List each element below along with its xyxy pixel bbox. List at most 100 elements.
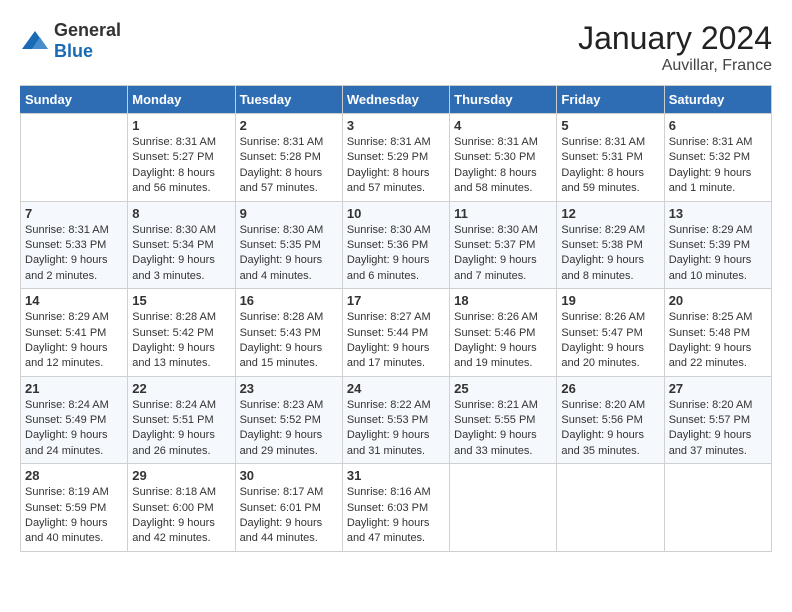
day-number: 15 xyxy=(132,293,230,308)
day-info: Sunrise: 8:17 AM Sunset: 6:01 PM Dayligh… xyxy=(240,485,338,547)
calendar-cell: 28 Sunrise: 8:19 AM Sunset: 5:59 PM Dayl… xyxy=(21,464,128,552)
sunrise-text: Sunrise: 8:31 AM xyxy=(669,136,753,148)
day-number: 24 xyxy=(347,381,445,396)
day-info: Sunrise: 8:19 AM Sunset: 5:59 PM Dayligh… xyxy=(25,485,123,547)
day-number: 1 xyxy=(132,118,230,133)
daylight-text: Daylight: 9 hours and 15 minutes. xyxy=(240,342,323,369)
daylight-text: Daylight: 9 hours and 26 minutes. xyxy=(132,429,215,456)
calendar-cell: 29 Sunrise: 8:18 AM Sunset: 6:00 PM Dayl… xyxy=(128,464,235,552)
sunrise-text: Sunrise: 8:28 AM xyxy=(240,311,324,323)
daylight-text: Daylight: 9 hours and 8 minutes. xyxy=(561,254,644,281)
daylight-text: Daylight: 9 hours and 40 minutes. xyxy=(25,517,108,544)
day-number: 19 xyxy=(561,293,659,308)
day-info: Sunrise: 8:26 AM Sunset: 5:47 PM Dayligh… xyxy=(561,310,659,372)
sunset-text: Sunset: 5:42 PM xyxy=(132,327,213,339)
sunset-text: Sunset: 5:34 PM xyxy=(132,239,213,251)
title-block: January 2024 Auvillar, France xyxy=(578,20,772,75)
sunset-text: Sunset: 5:27 PM xyxy=(132,151,213,163)
sunrise-text: Sunrise: 8:30 AM xyxy=(454,224,538,236)
calendar-cell: 31 Sunrise: 8:16 AM Sunset: 6:03 PM Dayl… xyxy=(342,464,449,552)
daylight-text: Daylight: 9 hours and 24 minutes. xyxy=(25,429,108,456)
weekday-header-sunday: Sunday xyxy=(21,86,128,114)
sunrise-text: Sunrise: 8:31 AM xyxy=(25,224,109,236)
calendar-cell: 4 Sunrise: 8:31 AM Sunset: 5:30 PM Dayli… xyxy=(450,114,557,202)
sunrise-text: Sunrise: 8:19 AM xyxy=(25,486,109,498)
weekday-header-thursday: Thursday xyxy=(450,86,557,114)
day-number: 7 xyxy=(25,206,123,221)
logo: General Blue xyxy=(20,20,121,62)
logo-icon xyxy=(20,29,50,53)
logo-blue: Blue xyxy=(54,41,93,61)
day-info: Sunrise: 8:16 AM Sunset: 6:03 PM Dayligh… xyxy=(347,485,445,547)
sunset-text: Sunset: 5:52 PM xyxy=(240,414,321,426)
daylight-text: Daylight: 9 hours and 20 minutes. xyxy=(561,342,644,369)
daylight-text: Daylight: 9 hours and 22 minutes. xyxy=(669,342,752,369)
day-info: Sunrise: 8:30 AM Sunset: 5:36 PM Dayligh… xyxy=(347,223,445,285)
sunrise-text: Sunrise: 8:31 AM xyxy=(132,136,216,148)
day-number: 23 xyxy=(240,381,338,396)
day-number: 18 xyxy=(454,293,552,308)
day-number: 14 xyxy=(25,293,123,308)
sunset-text: Sunset: 5:51 PM xyxy=(132,414,213,426)
calendar-week-4: 21 Sunrise: 8:24 AM Sunset: 5:49 PM Dayl… xyxy=(21,376,772,464)
day-info: Sunrise: 8:20 AM Sunset: 5:57 PM Dayligh… xyxy=(669,398,767,460)
day-info: Sunrise: 8:31 AM Sunset: 5:30 PM Dayligh… xyxy=(454,135,552,197)
day-number: 4 xyxy=(454,118,552,133)
sunrise-text: Sunrise: 8:16 AM xyxy=(347,486,431,498)
sunrise-text: Sunrise: 8:25 AM xyxy=(669,311,753,323)
calendar-cell: 6 Sunrise: 8:31 AM Sunset: 5:32 PM Dayli… xyxy=(664,114,771,202)
daylight-text: Daylight: 9 hours and 33 minutes. xyxy=(454,429,537,456)
daylight-text: Daylight: 9 hours and 3 minutes. xyxy=(132,254,215,281)
daylight-text: Daylight: 9 hours and 13 minutes. xyxy=(132,342,215,369)
sunrise-text: Sunrise: 8:27 AM xyxy=(347,311,431,323)
daylight-text: Daylight: 9 hours and 42 minutes. xyxy=(132,517,215,544)
calendar-cell: 24 Sunrise: 8:22 AM Sunset: 5:53 PM Dayl… xyxy=(342,376,449,464)
day-info: Sunrise: 8:31 AM Sunset: 5:29 PM Dayligh… xyxy=(347,135,445,197)
calendar-week-2: 7 Sunrise: 8:31 AM Sunset: 5:33 PM Dayli… xyxy=(21,201,772,289)
day-number: 16 xyxy=(240,293,338,308)
calendar-cell: 21 Sunrise: 8:24 AM Sunset: 5:49 PM Dayl… xyxy=(21,376,128,464)
calendar-cell: 2 Sunrise: 8:31 AM Sunset: 5:28 PM Dayli… xyxy=(235,114,342,202)
sunrise-text: Sunrise: 8:30 AM xyxy=(132,224,216,236)
day-number: 10 xyxy=(347,206,445,221)
day-number: 13 xyxy=(669,206,767,221)
daylight-text: Daylight: 9 hours and 44 minutes. xyxy=(240,517,323,544)
day-number: 31 xyxy=(347,468,445,483)
day-number: 21 xyxy=(25,381,123,396)
calendar-cell xyxy=(21,114,128,202)
logo-text: General Blue xyxy=(54,20,121,62)
sunset-text: Sunset: 5:55 PM xyxy=(454,414,535,426)
page-header: General Blue January 2024 Auvillar, Fran… xyxy=(20,20,772,75)
day-number: 20 xyxy=(669,293,767,308)
sunrise-text: Sunrise: 8:17 AM xyxy=(240,486,324,498)
sunset-text: Sunset: 5:30 PM xyxy=(454,151,535,163)
calendar-cell xyxy=(664,464,771,552)
daylight-text: Daylight: 9 hours and 12 minutes. xyxy=(25,342,108,369)
sunset-text: Sunset: 6:00 PM xyxy=(132,502,213,514)
daylight-text: Daylight: 9 hours and 19 minutes. xyxy=(454,342,537,369)
sunset-text: Sunset: 5:47 PM xyxy=(561,327,642,339)
sunset-text: Sunset: 5:38 PM xyxy=(561,239,642,251)
sunset-text: Sunset: 5:59 PM xyxy=(25,502,106,514)
sunset-text: Sunset: 5:36 PM xyxy=(347,239,428,251)
day-info: Sunrise: 8:30 AM Sunset: 5:35 PM Dayligh… xyxy=(240,223,338,285)
daylight-text: Daylight: 8 hours and 57 minutes. xyxy=(240,167,323,194)
day-info: Sunrise: 8:30 AM Sunset: 5:37 PM Dayligh… xyxy=(454,223,552,285)
day-info: Sunrise: 8:31 AM Sunset: 5:33 PM Dayligh… xyxy=(25,223,123,285)
calendar-cell: 30 Sunrise: 8:17 AM Sunset: 6:01 PM Dayl… xyxy=(235,464,342,552)
daylight-text: Daylight: 9 hours and 31 minutes. xyxy=(347,429,430,456)
daylight-text: Daylight: 9 hours and 47 minutes. xyxy=(347,517,430,544)
daylight-text: Daylight: 8 hours and 56 minutes. xyxy=(132,167,215,194)
sunset-text: Sunset: 5:48 PM xyxy=(669,327,750,339)
sunrise-text: Sunrise: 8:31 AM xyxy=(347,136,431,148)
day-info: Sunrise: 8:30 AM Sunset: 5:34 PM Dayligh… xyxy=(132,223,230,285)
sunset-text: Sunset: 5:53 PM xyxy=(347,414,428,426)
daylight-text: Daylight: 9 hours and 17 minutes. xyxy=(347,342,430,369)
calendar-cell: 5 Sunrise: 8:31 AM Sunset: 5:31 PM Dayli… xyxy=(557,114,664,202)
logo-general: General xyxy=(54,20,121,40)
sunrise-text: Sunrise: 8:29 AM xyxy=(25,311,109,323)
day-info: Sunrise: 8:31 AM Sunset: 5:27 PM Dayligh… xyxy=(132,135,230,197)
calendar-cell xyxy=(557,464,664,552)
sunrise-text: Sunrise: 8:21 AM xyxy=(454,399,538,411)
sunrise-text: Sunrise: 8:31 AM xyxy=(561,136,645,148)
